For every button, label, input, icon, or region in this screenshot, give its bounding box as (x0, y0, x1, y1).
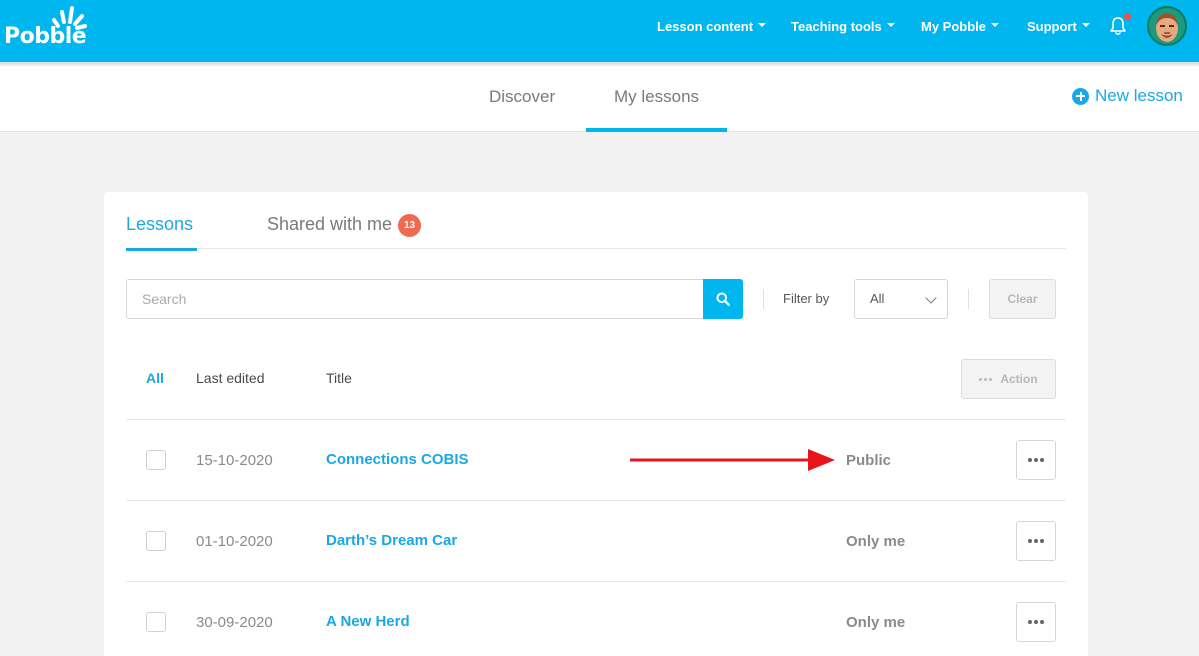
select-all-link[interactable]: All (146, 370, 164, 386)
nav-my-pobble[interactable]: My Pobble (921, 0, 1000, 52)
row-more-button[interactable] (1016, 521, 1056, 561)
notification-dot (1124, 13, 1131, 20)
row-title-link[interactable]: Darth’s Dream Car (326, 532, 457, 549)
row-date: 15-10-2020 (196, 452, 273, 469)
tab-my-lessons[interactable]: My lessons (585, 66, 728, 132)
nav-label: Teaching tools (791, 18, 882, 34)
row-checkbox[interactable] (146, 612, 166, 632)
table-row: 15-10-2020 Connections COBIS Public (126, 420, 1066, 500)
divider (968, 289, 969, 309)
row-visibility: Only me (846, 614, 906, 631)
row-more-button[interactable] (1016, 440, 1056, 480)
ellipsis-icon (979, 377, 993, 381)
table-row: 01-10-2020 Darth’s Dream Car Only me (126, 501, 1066, 581)
tab-lessons[interactable]: Lessons (126, 214, 193, 235)
sub-nav: Discover My lessons New lesson (0, 66, 1199, 132)
nav-teaching-tools[interactable]: Teaching tools (791, 0, 895, 52)
tab-shared-with-me[interactable]: Shared with me 13 (267, 214, 422, 237)
shared-count-badge: 13 (398, 214, 422, 237)
search-icon (716, 292, 730, 306)
active-tab-indicator (126, 248, 197, 251)
filter-value: All (870, 291, 885, 306)
tab-discover[interactable]: Discover (489, 66, 555, 132)
annotation-arrow-icon (630, 449, 835, 471)
row-date: 30-09-2020 (196, 614, 273, 631)
search-button[interactable] (703, 279, 743, 319)
caret-down-icon (991, 23, 1000, 27)
action-button[interactable]: Action (961, 359, 1056, 399)
tab-label: Shared with me (267, 214, 393, 234)
nav-support[interactable]: Support (1027, 0, 1090, 52)
caret-down-icon (886, 23, 895, 27)
row-visibility: Only me (846, 533, 906, 550)
nav-label: Lesson content (657, 18, 754, 34)
action-label: Action (1000, 372, 1038, 386)
column-title[interactable]: Title (326, 370, 352, 386)
plus-circle-icon (1072, 87, 1089, 105)
logo-text: Pobble (4, 24, 87, 49)
lessons-card: Lessons Shared with me13 Filter by All C… (104, 192, 1088, 656)
tabs-divider (126, 248, 1066, 249)
row-date: 01-10-2020 (196, 533, 273, 550)
row-visibility: Public (846, 452, 892, 469)
filter-label: Filter by (783, 291, 830, 306)
ellipsis-icon (1028, 458, 1044, 462)
new-lesson-button[interactable]: New lesson (1072, 86, 1183, 106)
row-title-link[interactable]: Connections COBIS (326, 451, 469, 468)
avatar[interactable] (1147, 6, 1187, 46)
caret-down-icon (758, 23, 767, 27)
divider (763, 289, 764, 309)
avatar-face-icon (1156, 13, 1178, 42)
table-row: 30-09-2020 A New Herd Only me (126, 582, 1066, 656)
row-more-button[interactable] (1016, 602, 1056, 642)
filter-select[interactable]: All (854, 279, 948, 319)
nav-label: Support (1027, 18, 1077, 34)
row-title-link[interactable]: A New Herd (326, 613, 410, 630)
clear-button[interactable]: Clear (989, 279, 1056, 319)
row-checkbox[interactable] (146, 531, 166, 551)
ellipsis-icon (1028, 539, 1044, 543)
caret-down-icon (1081, 23, 1090, 27)
search-input[interactable] (126, 279, 704, 319)
new-lesson-label: New lesson (1095, 86, 1183, 105)
ellipsis-icon (1028, 620, 1044, 624)
nav-label: My Pobble (921, 18, 987, 34)
nav-lesson-content[interactable]: Lesson content (657, 0, 767, 52)
pobble-logo[interactable]: Pobble (4, 4, 94, 54)
chevron-down-icon (925, 292, 937, 304)
top-bar: Pobble Lesson content Teaching tools My … (0, 0, 1199, 66)
row-checkbox[interactable] (146, 450, 166, 470)
column-last-edited[interactable]: Last edited (196, 370, 265, 386)
